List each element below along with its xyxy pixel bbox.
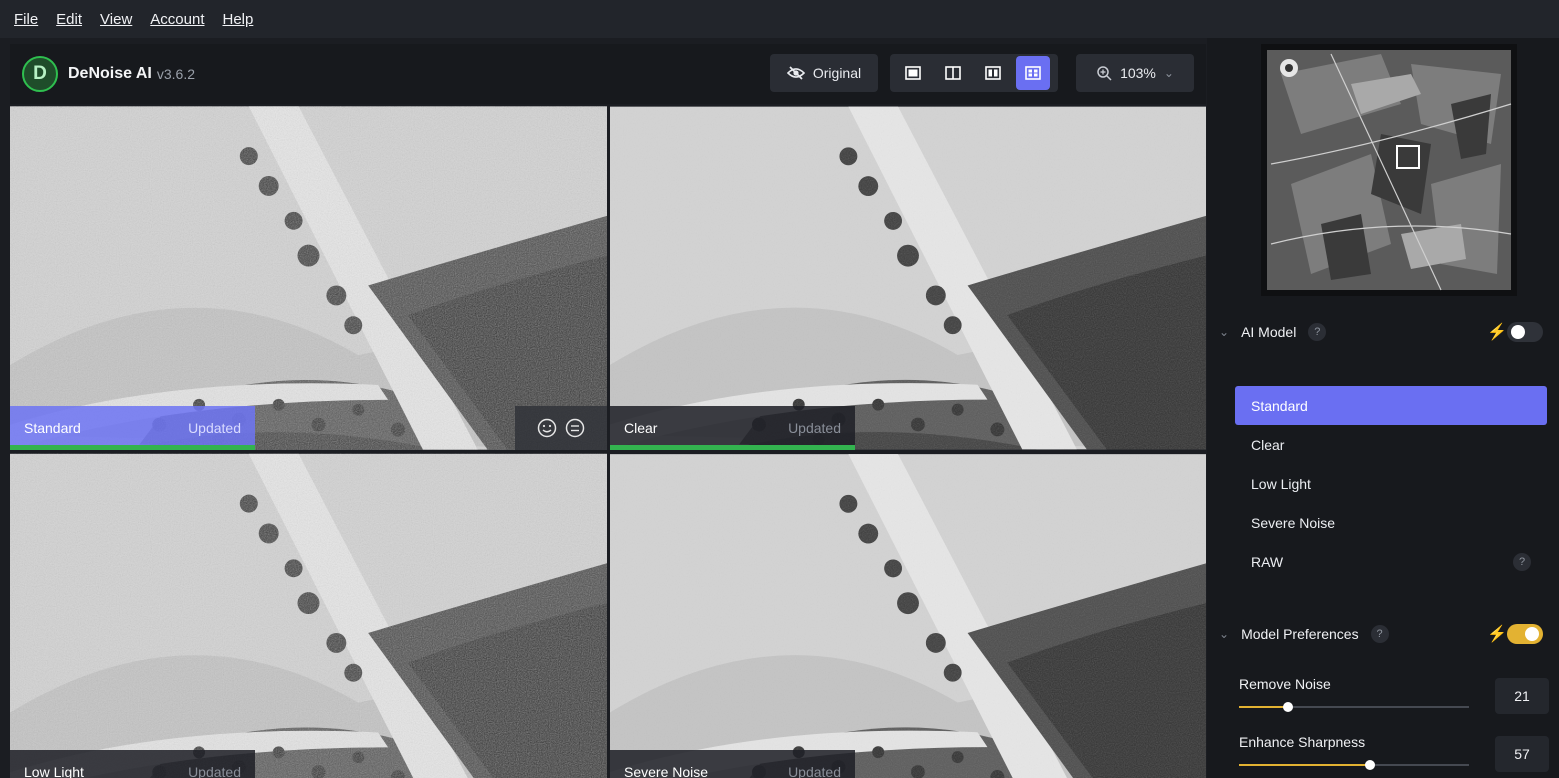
help-icon[interactable]: ? [1370, 625, 1389, 643]
app-name: DeNoise AI [68, 65, 152, 82]
pane-status: Updated [788, 420, 841, 436]
ai-model-section-header[interactable]: ⌄ AI Model ? ⚡ [1207, 312, 1559, 352]
grid-view-icon [1025, 66, 1041, 80]
comparison-grid-view-button[interactable] [1016, 56, 1050, 90]
model-option-low-light[interactable]: Low Light [1235, 464, 1547, 503]
remove-noise-value[interactable]: 21 [1495, 678, 1549, 714]
menu-help[interactable]: Help [222, 11, 253, 28]
menu-account[interactable]: Account [150, 11, 204, 28]
preview-pane-low-light[interactable]: Low Light Updated [10, 453, 607, 778]
navigator-thumbnail[interactable] [1261, 44, 1517, 296]
preview-image [610, 454, 1206, 778]
preview-image [10, 106, 607, 450]
chevron-down-icon: ⌄ [1219, 627, 1230, 641]
enhance-sharpness-value[interactable]: 57 [1495, 736, 1549, 772]
neutral-face-icon[interactable] [565, 418, 585, 438]
side-by-side-view-icon [985, 66, 1001, 80]
show-original-button[interactable]: Original [770, 54, 878, 92]
app-version: v3.6.2 [156, 66, 196, 82]
pane-model-name: Clear [624, 420, 658, 436]
enhance-sharpness-fill [1239, 764, 1370, 766]
split-view-icon [945, 66, 961, 80]
bolt-icon: ⚡ [1487, 324, 1507, 341]
zoom-in-icon [1097, 66, 1112, 81]
preview-image [610, 106, 1206, 450]
ai-model-auto-toggle[interactable] [1507, 322, 1543, 342]
preview-image [10, 453, 607, 778]
preview-pane-standard[interactable]: Standard Updated [10, 106, 607, 450]
pane-label-bar: Severe Noise Updated [610, 750, 855, 778]
eye-slash-icon [786, 66, 805, 80]
pane-progress-bar [610, 445, 855, 450]
chevron-down-icon: ⌄ [1219, 325, 1230, 339]
remove-noise-slider-row: Remove Noise 21 [1239, 676, 1549, 720]
pane-model-name: Low Light [24, 764, 84, 778]
pane-label-bar: Clear Updated [610, 406, 855, 450]
remove-noise-slider[interactable] [1239, 702, 1469, 712]
app-logo: D [22, 56, 58, 92]
model-preferences-auto-toggle[interactable] [1507, 624, 1543, 644]
zoom-dropdown[interactable]: 103% ⌄ [1076, 54, 1194, 92]
menu-bar: File Edit View Account Help [0, 0, 1559, 38]
single-view-icon [905, 66, 921, 80]
enhance-sharpness-slider[interactable] [1239, 760, 1469, 770]
enhance-sharpness-knob[interactable] [1365, 760, 1375, 770]
bolt-icon: ⚡ [1487, 626, 1507, 643]
remove-noise-knob[interactable] [1283, 702, 1293, 712]
navigator-image [1267, 50, 1512, 291]
side-by-side-view-button[interactable] [976, 56, 1010, 90]
menu-edit[interactable]: Edit [56, 11, 82, 28]
pane-model-name: Severe Noise [624, 764, 709, 778]
preview-pane-severe-noise[interactable]: Severe Noise Updated [610, 453, 1206, 778]
pane-status: Updated [188, 764, 241, 778]
help-icon[interactable]: ? [1308, 323, 1327, 341]
split-view-button[interactable] [936, 56, 970, 90]
model-preferences-title: Model Preferences [1241, 626, 1359, 642]
model-option-raw[interactable]: RAW ? [1235, 542, 1547, 581]
remove-noise-fill [1239, 706, 1287, 708]
chevron-down-icon: ⌄ [1163, 66, 1174, 80]
pane-label-bar: Low Light Updated [10, 750, 255, 778]
pane-status: Updated [188, 420, 241, 436]
pane-status: Updated [788, 764, 841, 778]
settings-sidebar: ⌄ AI Model ? ⚡ Standard Clear Low Light … [1207, 38, 1559, 778]
preview-pane-clear[interactable]: Clear Updated [610, 106, 1206, 450]
enhance-sharpness-slider-row: Enhance Sharpness 57 [1239, 734, 1549, 778]
main-toolbar: D DeNoise AI v3.6.2 Original 103% ⌄ [10, 44, 1206, 104]
help-icon[interactable]: ? [1513, 552, 1531, 571]
pane-progress-bar [10, 445, 255, 450]
model-option-clear[interactable]: Clear [1235, 425, 1547, 464]
pane-label-bar: Standard Updated [10, 406, 255, 450]
remove-noise-label: Remove Noise [1239, 676, 1331, 692]
menu-view[interactable]: View [100, 11, 132, 28]
enhance-sharpness-label: Enhance Sharpness [1239, 734, 1366, 750]
ai-model-title: AI Model [1241, 324, 1297, 340]
model-option-standard[interactable]: Standard [1235, 386, 1547, 425]
feedback-buttons [515, 406, 607, 450]
show-original-label: Original [812, 65, 862, 81]
ai-model-list: Standard Clear Low Light Severe Noise RA… [1235, 386, 1547, 581]
single-view-button[interactable] [896, 56, 930, 90]
menu-file[interactable]: File [14, 11, 38, 28]
model-option-severe-noise[interactable]: Severe Noise [1235, 503, 1547, 542]
zoom-level: 103% [1120, 65, 1156, 81]
model-preferences-section-header[interactable]: ⌄ Model Preferences ? ⚡ [1207, 614, 1559, 654]
smile-face-icon[interactable] [537, 418, 557, 438]
view-mode-group [890, 54, 1058, 92]
pane-model-name: Standard [24, 420, 81, 436]
